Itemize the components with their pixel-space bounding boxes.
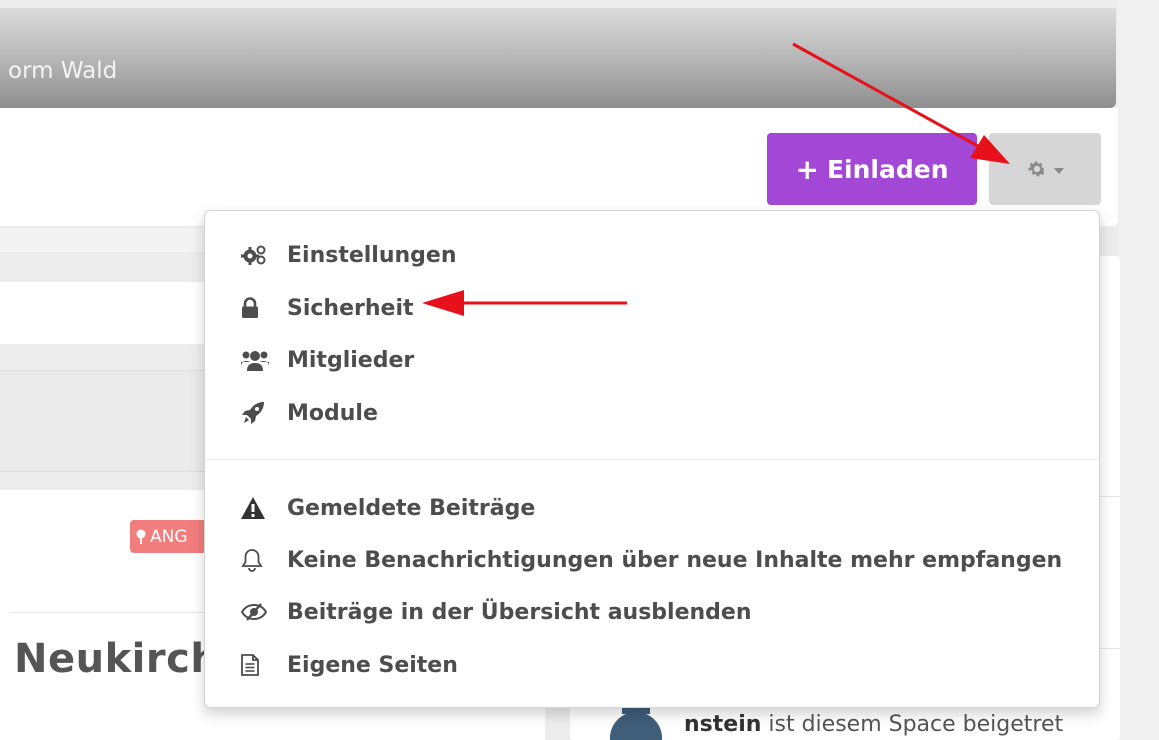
menu-item-security[interactable]: Sicherheit [205,285,1099,331]
settings-dropdown-button[interactable] [989,133,1101,205]
activity-text: nstein ist diesem Space beigetret [684,712,1063,737]
activity-message: ist diesem Space beigetret [761,712,1064,737]
left-panel-box [0,370,210,472]
file-text-icon [241,652,269,678]
cogs-icon [241,242,269,268]
menu-item-label: Mitglieder [287,347,415,373]
menu-item-members[interactable]: Mitglieder [205,337,1099,383]
space-title: orm Wald [8,58,118,84]
settings-dropdown-menu: Einstellungen Sicherheit Mitglieder Modu… [204,210,1100,708]
menu-item-modules[interactable]: Module [205,390,1099,436]
chevron-down-icon [1054,167,1064,174]
menu-item-label: Sicherheit [287,295,414,321]
map-marker-icon [136,529,146,544]
scrollbar-gutter [1118,0,1159,740]
left-panel-strip [0,228,210,252]
menu-item-reported-posts[interactable]: Gemeldete Beiträge [205,485,1099,531]
menu-item-hide-posts[interactable]: Beiträge in der Übersicht ausblenden [205,589,1099,635]
gear-icon [1028,161,1046,177]
menu-divider [205,459,1099,460]
invite-button-label: Einladen [826,154,949,184]
menu-item-label: Keine Benachrichtigungen über neue Inhal… [287,547,1063,573]
post-heading: Neukirch [14,636,220,682]
bell-icon [241,547,269,573]
status-badge: ANG [130,520,210,553]
menu-item-label: Gemeldete Beiträge [287,495,536,521]
rocket-icon [241,400,269,426]
menu-item-label: Module [287,400,378,426]
menu-item-settings[interactable]: Einstellungen [205,232,1099,278]
lock-icon [241,295,269,321]
left-panel-input [0,280,210,346]
users-icon [241,347,269,373]
activity-user[interactable]: nstein [684,712,761,737]
warning-icon [241,495,269,521]
plus-icon: + [795,152,819,186]
space-header-banner: orm Wald [0,8,1116,108]
eye-slash-icon [241,599,269,625]
invite-button[interactable]: + Einladen [767,133,977,205]
menu-item-label: Beiträge in der Übersicht ausblenden [287,599,752,625]
menu-item-mute-notifications[interactable]: Keine Benachrichtigungen über neue Inhal… [205,537,1099,583]
menu-item-label: Einstellungen [287,242,457,268]
menu-item-custom-pages[interactable]: Eigene Seiten [205,642,1099,688]
menu-item-label: Eigene Seiten [287,652,458,678]
status-badge-label: ANG [150,526,188,547]
